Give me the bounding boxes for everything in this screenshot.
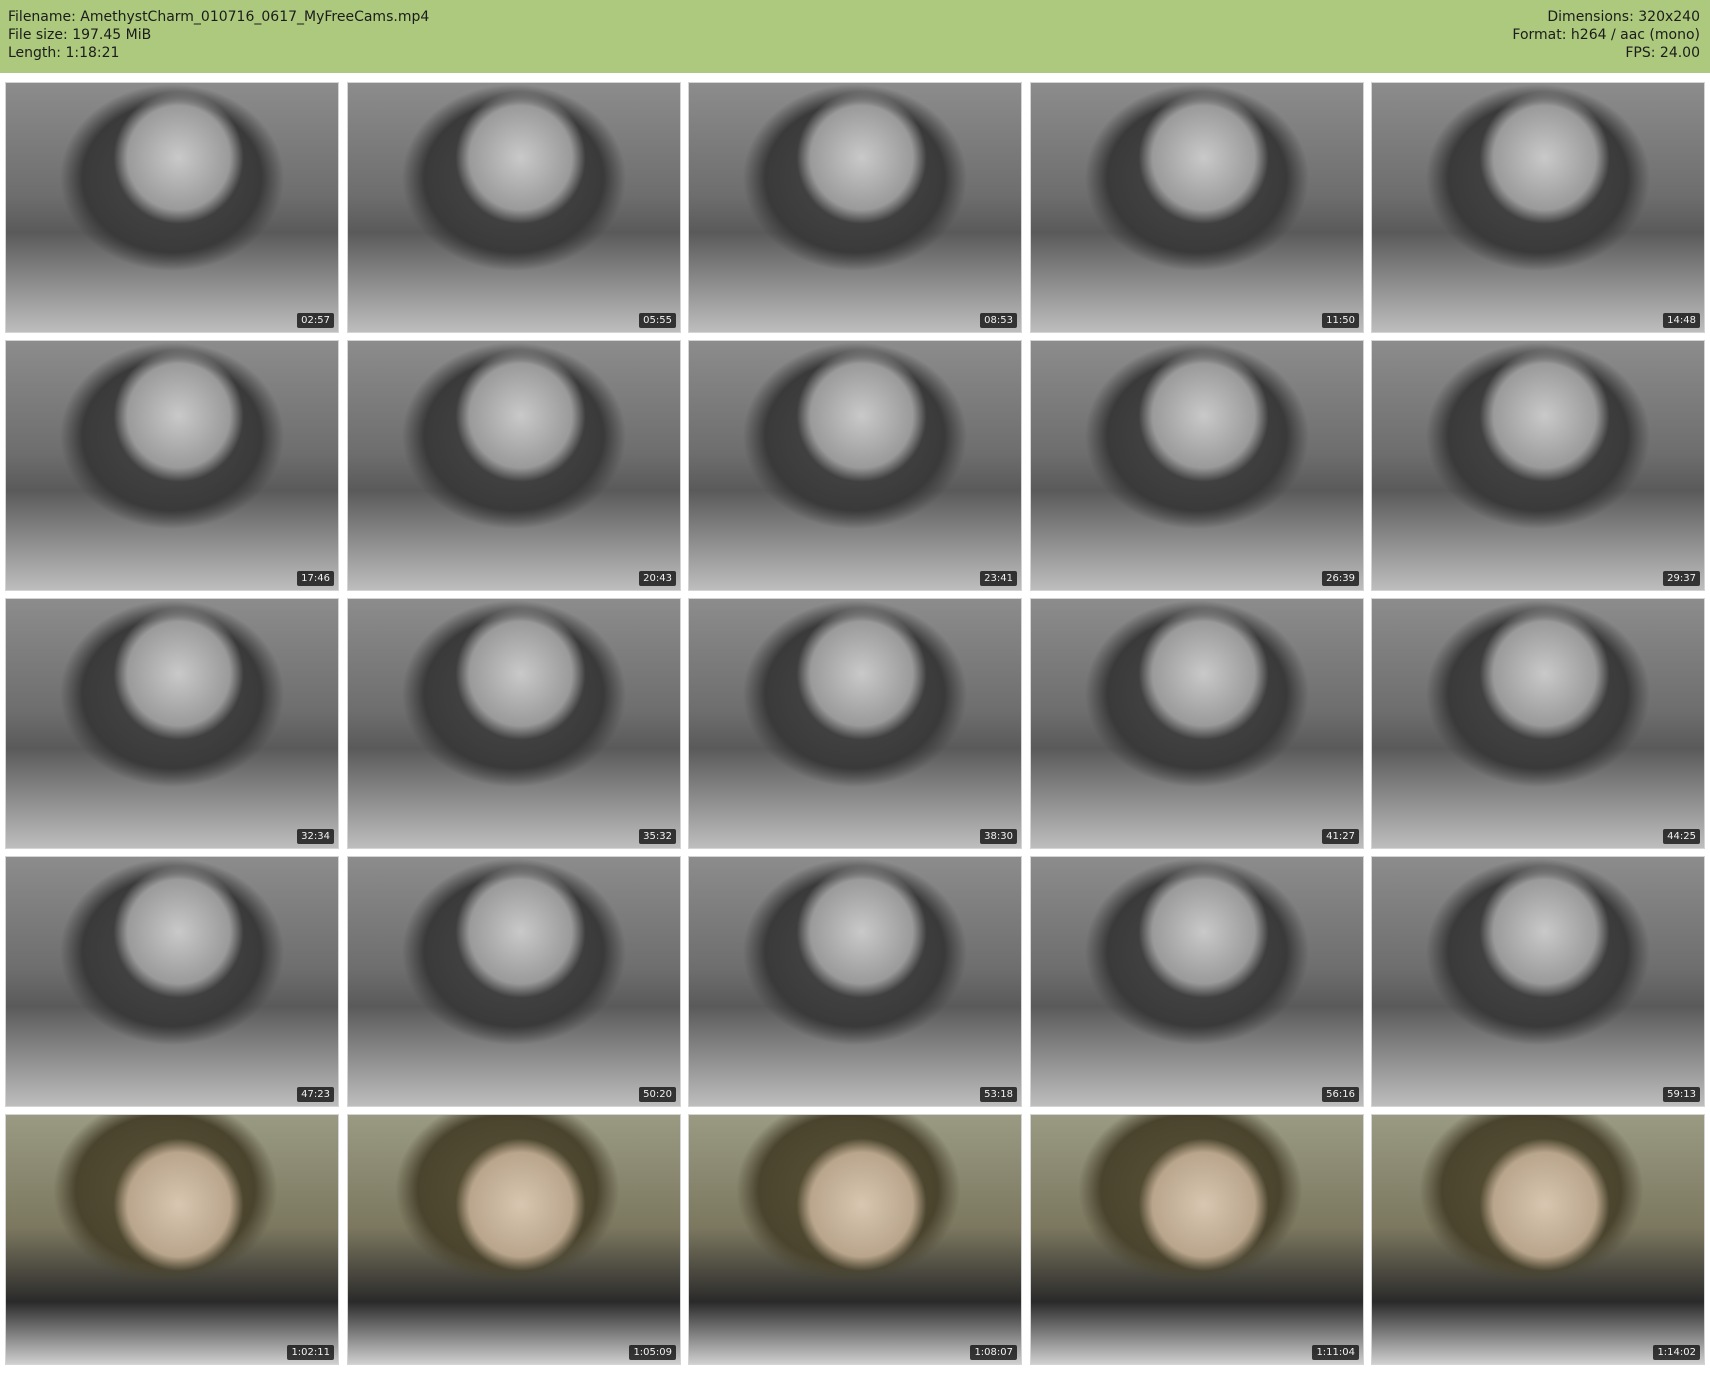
video-thumbnail: 1:11:04 bbox=[1030, 1114, 1364, 1365]
video-thumbnail: 1:14:02 bbox=[1371, 1114, 1705, 1365]
fps-text: FPS: 24.00 bbox=[1625, 45, 1700, 61]
timestamp-label: 17:46 bbox=[297, 571, 334, 586]
video-thumbnail: 32:34 bbox=[5, 598, 339, 849]
length-text: Length: 1:18:21 bbox=[8, 45, 120, 61]
timestamp-label: 41:27 bbox=[1322, 829, 1359, 844]
thumbnail-frame bbox=[348, 1115, 680, 1364]
timestamp-label: 44:25 bbox=[1663, 829, 1700, 844]
video-thumbnail: 41:27 bbox=[1030, 598, 1364, 849]
timestamp-label: 14:48 bbox=[1663, 313, 1700, 328]
video-thumbnail: 50:20 bbox=[347, 856, 681, 1107]
thumbnail-frame bbox=[1031, 83, 1363, 332]
format-text: Format: h264 / aac (mono) bbox=[1512, 27, 1700, 43]
thumbnail-frame bbox=[689, 1115, 1021, 1364]
timestamp-label: 1:11:04 bbox=[1312, 1345, 1359, 1360]
video-thumbnail: 20:43 bbox=[347, 340, 681, 591]
video-thumbnail: 26:39 bbox=[1030, 340, 1364, 591]
timestamp-label: 32:34 bbox=[297, 829, 334, 844]
timestamp-label: 02:57 bbox=[297, 313, 334, 328]
video-thumbnail: 08:53 bbox=[688, 82, 1022, 333]
timestamp-label: 11:50 bbox=[1322, 313, 1359, 328]
timestamp-label: 38:30 bbox=[980, 829, 1017, 844]
timestamp-label: 20:43 bbox=[639, 571, 676, 586]
video-thumbnail: 02:57 bbox=[5, 82, 339, 333]
thumbnail-frame bbox=[1031, 341, 1363, 590]
video-thumbnail: 1:05:09 bbox=[347, 1114, 681, 1365]
thumbnail-frame bbox=[1372, 1115, 1704, 1364]
filesize-text: File size: 197.45 MiB bbox=[8, 27, 152, 43]
thumbnail-frame bbox=[348, 599, 680, 848]
thumbnail-frame bbox=[1031, 857, 1363, 1106]
filename-text: Filename: AmethystCharm_010716_0617_MyFr… bbox=[8, 9, 430, 25]
thumbnail-frame bbox=[6, 1115, 338, 1364]
timestamp-label: 47:23 bbox=[297, 1087, 334, 1102]
video-thumbnail: 56:16 bbox=[1030, 856, 1364, 1107]
thumbnail-frame bbox=[348, 83, 680, 332]
thumbnail-frame bbox=[1372, 83, 1704, 332]
timestamp-label: 29:37 bbox=[1663, 571, 1700, 586]
thumbnail-frame bbox=[689, 83, 1021, 332]
timestamp-label: 56:16 bbox=[1322, 1087, 1359, 1102]
timestamp-label: 50:20 bbox=[639, 1087, 676, 1102]
video-thumbnail: 44:25 bbox=[1371, 598, 1705, 849]
file-info-left: Filename: AmethystCharm_010716_0617_MyFr… bbox=[8, 8, 429, 62]
timestamp-label: 35:32 bbox=[639, 829, 676, 844]
timestamp-label: 05:55 bbox=[639, 313, 676, 328]
timestamp-label: 53:18 bbox=[980, 1087, 1017, 1102]
video-thumbnail: 17:46 bbox=[5, 340, 339, 591]
timestamp-label: 1:02:11 bbox=[287, 1345, 334, 1360]
video-thumbnail: 47:23 bbox=[5, 856, 339, 1107]
thumbnail-frame bbox=[1031, 599, 1363, 848]
thumbnail-frame bbox=[1031, 1115, 1363, 1364]
thumbnail-frame bbox=[689, 341, 1021, 590]
timestamp-label: 1:14:02 bbox=[1653, 1345, 1700, 1360]
video-thumbnail: 1:08:07 bbox=[688, 1114, 1022, 1365]
timestamp-label: 08:53 bbox=[980, 313, 1017, 328]
thumbnail-frame bbox=[348, 341, 680, 590]
video-thumbnail: 11:50 bbox=[1030, 82, 1364, 333]
thumbnail-frame bbox=[348, 857, 680, 1106]
video-thumbnail: 05:55 bbox=[347, 82, 681, 333]
timestamp-label: 26:39 bbox=[1322, 571, 1359, 586]
thumbnail-frame bbox=[6, 599, 338, 848]
thumbnail-frame bbox=[689, 857, 1021, 1106]
timestamp-label: 1:08:07 bbox=[970, 1345, 1017, 1360]
thumbnail-frame bbox=[6, 857, 338, 1106]
info-header: Filename: AmethystCharm_010716_0617_MyFr… bbox=[0, 0, 1710, 73]
video-thumbnail: 14:48 bbox=[1371, 82, 1705, 333]
timestamp-label: 1:05:09 bbox=[629, 1345, 676, 1360]
video-thumbnail: 59:13 bbox=[1371, 856, 1705, 1107]
timestamp-label: 59:13 bbox=[1663, 1087, 1700, 1102]
timestamp-label: 23:41 bbox=[980, 571, 1017, 586]
thumbnail-frame bbox=[1372, 857, 1704, 1106]
video-thumbnail: 53:18 bbox=[688, 856, 1022, 1107]
thumbnail-frame bbox=[6, 341, 338, 590]
thumbnail-frame bbox=[1372, 341, 1704, 590]
thumbnail-frame bbox=[6, 83, 338, 332]
video-thumbnail: 35:32 bbox=[347, 598, 681, 849]
video-thumbnail: 23:41 bbox=[688, 340, 1022, 591]
dimensions-text: Dimensions: 320x240 bbox=[1547, 9, 1700, 25]
thumbnail-frame bbox=[689, 599, 1021, 848]
thumbnail-frame bbox=[1372, 599, 1704, 848]
video-thumbnail: 29:37 bbox=[1371, 340, 1705, 591]
video-thumbnail: 38:30 bbox=[688, 598, 1022, 849]
video-thumbnail: 1:02:11 bbox=[5, 1114, 339, 1365]
file-info-right: Dimensions: 320x240 Format: h264 / aac (… bbox=[1512, 8, 1700, 62]
